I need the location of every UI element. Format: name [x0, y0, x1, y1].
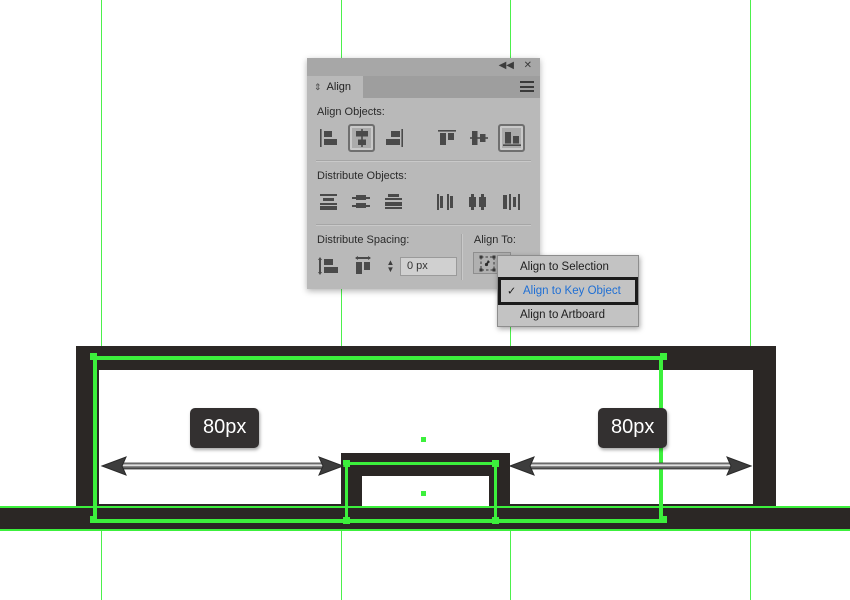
selection-guide-bottom-2 — [0, 529, 850, 531]
vertical-distribute-space-button[interactable] — [316, 252, 344, 280]
key-object-top-edge[interactable] — [345, 462, 497, 465]
selection-handle-bl[interactable] — [90, 516, 97, 523]
panel-tab-row[interactable]: ⇕ Align — [307, 76, 540, 98]
vertical-align-bottom-icon — [502, 132, 521, 146]
align-objects-buttons — [316, 124, 531, 152]
anchor-point-lower[interactable] — [421, 491, 426, 496]
horizontal-distribute-left-icon — [437, 194, 454, 210]
tab-align[interactable]: ⇕ Align — [307, 76, 364, 98]
menu-item-label: Align to Selection — [520, 261, 609, 273]
spacing-input[interactable]: 0 px — [400, 256, 457, 276]
tab-align-label: Align — [326, 81, 352, 93]
stepper-down-icon[interactable]: ▼ — [387, 266, 395, 274]
horizontal-align-left-button[interactable] — [316, 124, 342, 152]
horizontal-align-right-icon — [386, 129, 404, 147]
horizontal-distribute-center-icon — [469, 194, 487, 210]
check-icon: ✓ — [507, 285, 517, 298]
dimension-right — [508, 455, 753, 484]
align-to-dropdown-menu[interactable]: Align to Selection ✓ Align to Key Object… — [497, 255, 639, 327]
align-to-key-object-icon — [479, 255, 496, 271]
anchor-point-upper[interactable] — [421, 437, 426, 442]
horizontal-align-right-button[interactable] — [381, 124, 407, 152]
vertical-distribute-center-button[interactable] — [348, 188, 374, 216]
key-object-handle-br[interactable] — [492, 517, 499, 524]
horizontal-distribute-right-icon — [502, 194, 520, 210]
vertical-align-top-button[interactable] — [434, 124, 460, 152]
horizontal-distribute-space-icon — [355, 256, 371, 274]
distribute-spacing-group: Distribute Spacing: ▲ ▼ 0 px — [316, 234, 457, 280]
align-to-label: Align To: — [473, 234, 516, 246]
collapse-icon[interactable]: ◀◀ — [499, 61, 514, 71]
key-object-handle-bl[interactable] — [343, 517, 350, 524]
vertical-align-bottom-button[interactable] — [498, 124, 526, 152]
distribute-spacing-controls: ▲ ▼ 0 px — [316, 252, 457, 280]
horizontal-align-center-icon — [355, 129, 368, 147]
left-arrow-graphic — [100, 456, 345, 476]
vertical-distribute-bottom-icon — [384, 194, 402, 209]
selection-handle-tr[interactable] — [660, 353, 667, 360]
vertical-distribute-center-icon — [351, 195, 370, 208]
vertical-divider — [461, 234, 463, 280]
tab-arrows-icon: ⇕ — [314, 81, 322, 92]
distribute-objects-label: Distribute Objects: — [317, 170, 407, 182]
selection-handle-br[interactable] — [660, 516, 667, 523]
menu-item-label: Align to Artboard — [520, 309, 606, 321]
spacing-stepper[interactable]: ▲ ▼ — [384, 256, 397, 276]
divider-1 — [316, 160, 531, 162]
menu-item-align-to-selection[interactable]: Align to Selection — [498, 256, 638, 278]
horizontal-distribute-left-button[interactable] — [434, 188, 460, 216]
vertical-align-top-icon — [438, 130, 456, 145]
key-object-handle-tr[interactable] — [492, 460, 499, 467]
dimension-label-right: 80px — [598, 408, 668, 448]
vertical-align-center-button[interactable] — [466, 124, 492, 152]
vertical-distribute-bottom-button[interactable] — [381, 188, 407, 216]
illustrator-canvas[interactable]: 80px 80px ◀◀ ✕ ⇕ Align Align Objects: Di… — [0, 0, 850, 600]
panel-titlebar[interactable]: ◀◀ ✕ — [307, 58, 540, 76]
dimension-left — [100, 455, 345, 484]
selection-guide-bottom-1 — [0, 506, 850, 508]
key-object-left-edge[interactable] — [345, 462, 348, 522]
horizontal-align-left-icon — [320, 129, 338, 147]
menu-item-align-to-artboard[interactable]: Align to Artboard — [498, 304, 638, 326]
close-icon[interactable]: ✕ — [524, 61, 532, 71]
divider-2 — [316, 224, 531, 226]
panel-menu-icon[interactable] — [520, 81, 534, 92]
align-objects-label: Align Objects: — [317, 106, 385, 118]
distribute-spacing-label: Distribute Spacing: — [317, 234, 410, 246]
vertical-distribute-top-icon — [320, 194, 338, 210]
vertical-distribute-space-icon — [318, 257, 338, 275]
selection-rect-outer[interactable] — [93, 356, 663, 523]
menu-item-label: Align to Key Object — [523, 285, 621, 297]
horizontal-distribute-space-button[interactable] — [350, 252, 378, 280]
menu-item-align-to-key-object[interactable]: ✓ Align to Key Object — [498, 277, 638, 305]
horizontal-distribute-center-button[interactable] — [466, 188, 492, 216]
vertical-distribute-top-button[interactable] — [316, 188, 342, 216]
distribute-objects-buttons — [316, 188, 531, 216]
vertical-align-center-icon — [470, 131, 489, 145]
dimension-label-left: 80px — [190, 408, 260, 448]
horizontal-distribute-right-button[interactable] — [499, 188, 525, 216]
selection-handle-tl[interactable] — [90, 353, 97, 360]
key-object-right-edge[interactable] — [494, 462, 497, 522]
horizontal-align-center-button[interactable] — [348, 124, 375, 152]
right-arrow-graphic — [508, 456, 753, 476]
